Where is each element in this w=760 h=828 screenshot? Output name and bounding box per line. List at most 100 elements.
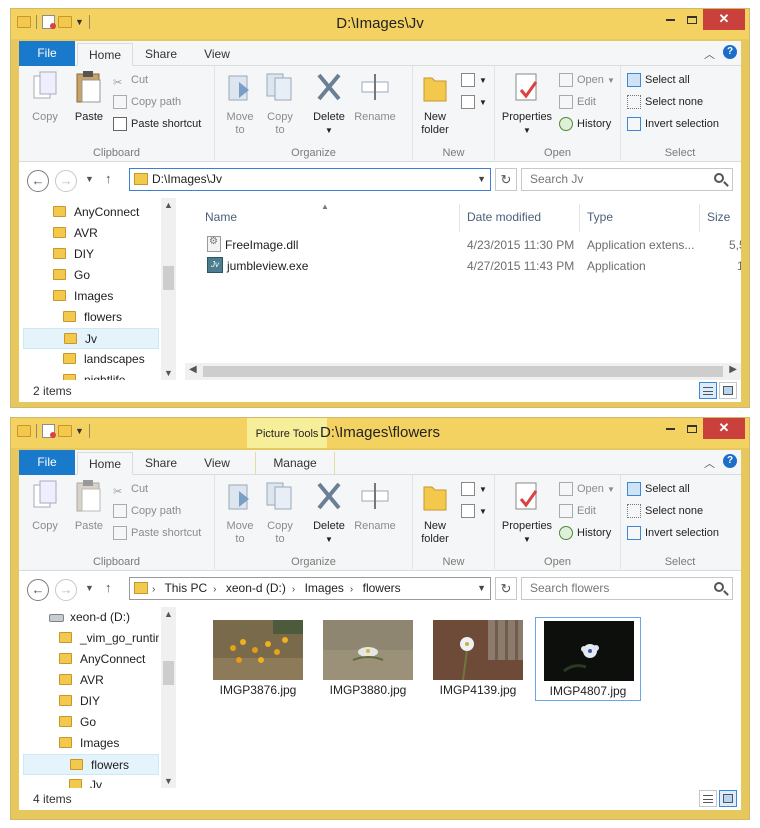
column-divider[interactable] — [459, 204, 460, 232]
properties-button[interactable]: Properties ▼ — [499, 70, 555, 137]
help-icon[interactable]: ? — [723, 45, 737, 59]
nav-item-landscapes[interactable]: landscapes — [63, 349, 145, 370]
paste-shortcut-button[interactable]: Paste shortcut — [113, 523, 201, 543]
nav-item-avr[interactable]: AVR — [59, 670, 104, 691]
copy-path-button[interactable]: Copy path — [113, 501, 181, 521]
copy-button[interactable]: Copy — [25, 479, 65, 533]
thumbnail-item-selected[interactable]: IMGP4807.jpg — [535, 617, 641, 701]
breadcrumb-separator[interactable]: › — [152, 584, 155, 595]
minimize-button[interactable] — [657, 9, 683, 30]
invert-selection-button[interactable]: Invert selection — [627, 114, 719, 134]
nav-item-go[interactable]: Go — [53, 265, 90, 286]
scroll-up-icon[interactable]: ▲ — [161, 200, 176, 210]
nav-item-images[interactable]: Images — [59, 733, 119, 754]
nav-item-diy[interactable]: DIY — [59, 691, 100, 712]
select-all-button[interactable]: Select all — [627, 479, 690, 499]
scrollbar-thumb[interactable] — [203, 366, 723, 377]
column-type[interactable]: Type — [587, 210, 613, 224]
breadcrumb-flowers[interactable]: flowers — [363, 581, 401, 595]
scrollbar-thumb[interactable] — [163, 661, 174, 685]
tab-share[interactable]: Share — [135, 43, 187, 66]
refresh-button[interactable]: ↻ — [495, 577, 517, 600]
thumbnail-item[interactable]: IMGP4139.jpg — [425, 617, 531, 701]
nav-item-drive[interactable]: xeon-d (D:) — [49, 607, 130, 628]
copy-button[interactable]: Copy — [25, 70, 65, 124]
nav-item-jv[interactable]: Jv — [23, 328, 159, 349]
move-to-button[interactable]: Move to — [221, 479, 259, 546]
title-bar[interactable]: ▼ D:\Images\Jv ✕ — [11, 9, 749, 39]
breadcrumb-images[interactable]: Images — [305, 581, 344, 595]
nav-item-anyconnect[interactable]: AnyConnect — [53, 202, 139, 223]
chevron-down-icon[interactable]: ▼ — [477, 578, 486, 599]
recent-locations-button[interactable]: ▼ — [85, 583, 94, 593]
scroll-left-icon[interactable]: ◀ — [189, 364, 197, 375]
copy-path-button[interactable]: Copy path — [113, 92, 181, 112]
minimize-ribbon-icon[interactable]: ︿ — [704, 455, 715, 471]
search-input[interactable]: Search Jv — [521, 168, 733, 191]
scroll-right-icon[interactable]: ▶ — [729, 364, 737, 375]
cut-button[interactable]: ✂ Cut — [113, 479, 148, 499]
tab-home[interactable]: Home — [77, 43, 133, 66]
new-folder-button[interactable]: New folder — [417, 70, 453, 137]
properties-button[interactable]: Properties ▼ — [499, 479, 555, 546]
nav-item-anyconnect[interactable]: AnyConnect — [59, 649, 145, 670]
minimize-ribbon-icon[interactable]: ︿ — [704, 46, 715, 62]
new-item-button[interactable]: ▼ — [461, 479, 487, 499]
forward-button[interactable]: → — [55, 579, 77, 601]
horizontal-scrollbar[interactable]: ◀ ▶ — [185, 363, 741, 380]
nav-item-nightlife[interactable]: nightlife — [63, 370, 125, 380]
thumbnail-item[interactable]: IMGP3876.jpg — [205, 617, 311, 701]
select-all-button[interactable]: Select all — [627, 70, 690, 90]
new-folder-button[interactable]: New folder — [417, 479, 453, 546]
scroll-down-icon[interactable]: ▼ — [161, 368, 176, 378]
invert-selection-button[interactable]: Invert selection — [627, 523, 719, 543]
maximize-button[interactable] — [681, 418, 703, 439]
paste-button[interactable]: Paste — [69, 70, 109, 124]
breadcrumb-separator[interactable]: › — [213, 584, 216, 595]
select-none-button[interactable]: Select none — [627, 501, 703, 521]
breadcrumb-separator[interactable]: › — [350, 584, 353, 595]
delete-button[interactable]: Delete ▼ — [307, 70, 351, 137]
open-button[interactable]: Open ▼ — [559, 70, 615, 90]
new-item-button[interactable]: ▼ — [461, 70, 487, 90]
large-icons-view-button[interactable] — [719, 382, 737, 399]
copy-to-button[interactable]: Copy to — [261, 479, 299, 546]
rename-button[interactable]: Rename — [351, 479, 399, 533]
back-button[interactable]: ← — [27, 579, 49, 601]
recent-locations-button[interactable]: ▼ — [85, 174, 94, 184]
tab-view[interactable]: View — [191, 452, 243, 475]
edit-button[interactable]: Edit — [559, 92, 596, 112]
column-divider[interactable] — [699, 204, 700, 232]
history-button[interactable]: History — [559, 114, 611, 134]
close-button[interactable]: ✕ — [703, 418, 745, 439]
easy-access-button[interactable]: ▼ — [461, 92, 487, 112]
tab-file[interactable]: File — [19, 450, 75, 475]
minimize-button[interactable] — [657, 418, 683, 439]
column-name[interactable]: Name — [205, 210, 237, 224]
scroll-up-icon[interactable]: ▲ — [161, 609, 176, 619]
nav-item-avr[interactable]: AVR — [53, 223, 98, 244]
rename-button[interactable]: Rename — [351, 70, 399, 124]
back-button[interactable]: ← — [27, 170, 49, 192]
nav-item-images[interactable]: Images — [53, 286, 113, 307]
close-button[interactable]: ✕ — [703, 9, 745, 30]
scrollbar-thumb[interactable] — [163, 266, 174, 290]
history-button[interactable]: History — [559, 523, 611, 543]
nav-item-jv[interactable]: Jv — [69, 775, 102, 788]
scroll-down-icon[interactable]: ▼ — [161, 776, 176, 786]
help-icon[interactable]: ? — [723, 454, 737, 468]
column-date-modified[interactable]: Date modified — [467, 210, 541, 224]
nav-item-vim-go-runtime[interactable]: _vim_go_runtin — [59, 628, 159, 649]
breadcrumb-this-pc[interactable]: This PC — [164, 581, 207, 595]
move-to-button[interactable]: Move to — [221, 70, 259, 137]
nav-item-flowers[interactable]: flowers — [23, 754, 159, 775]
title-bar[interactable]: ▼ Picture Tools D:\Images\flowers ✕ — [11, 418, 749, 448]
forward-button[interactable]: → — [55, 170, 77, 192]
tab-home[interactable]: Home — [77, 452, 133, 475]
open-button[interactable]: Open ▼ — [559, 479, 615, 499]
paste-button[interactable]: Paste — [69, 479, 109, 533]
maximize-button[interactable] — [681, 9, 703, 30]
column-divider[interactable] — [579, 204, 580, 232]
copy-to-button[interactable]: Copy to — [261, 70, 299, 137]
large-icons-view-button[interactable] — [719, 790, 737, 807]
